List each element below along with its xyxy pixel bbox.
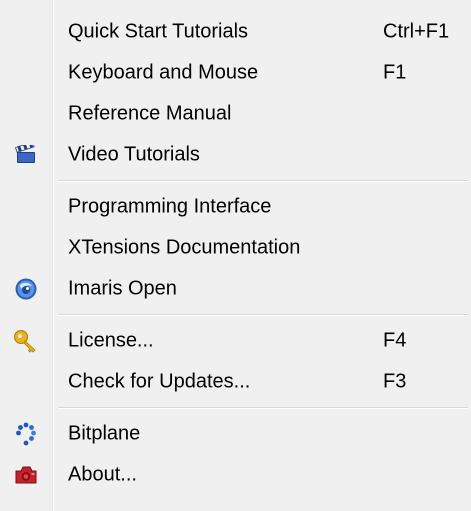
- menu-item-label: Check for Updates...: [68, 370, 251, 392]
- menu-item-label: Bitplane: [68, 422, 141, 444]
- menu-separator: [0, 402, 471, 413]
- menu-item-video-tutorials[interactable]: Video Tutorials: [0, 134, 471, 175]
- menu-item-check-for-updates[interactable]: Check for Updates... F3: [0, 361, 471, 402]
- menu-item-imaris-open[interactable]: Imaris Open: [0, 268, 471, 309]
- menu-item-label: License...: [68, 329, 154, 351]
- menu-item-license[interactable]: License... F4: [0, 320, 471, 361]
- menu-item-label: Keyboard and Mouse: [68, 61, 259, 83]
- menu-item-label: Programming Interface: [68, 195, 272, 217]
- menu-separator: [0, 175, 471, 186]
- menu-item-shortcut: F1: [383, 61, 407, 83]
- menu-item-xtensions-documentation[interactable]: XTensions Documentation: [0, 227, 471, 268]
- menu-item-label: Quick Start Tutorials: [68, 20, 249, 42]
- menu-item-shortcut: F4: [383, 329, 407, 351]
- menu-item-shortcut: F3: [383, 370, 407, 392]
- imaris-open-icon: [0, 268, 52, 309]
- help-menu: Quick Start Tutorials Ctrl+F1 Keyboard a…: [0, 0, 471, 511]
- menu-group-programming: Programming Interface XTensions Document…: [0, 186, 471, 309]
- menu-group-license: License... F4 Check for Updates... F3: [0, 320, 471, 402]
- menu-item-label: Video Tutorials: [68, 143, 200, 165]
- bitplane-dots-icon: [0, 413, 52, 454]
- menu-item-quick-start-tutorials[interactable]: Quick Start Tutorials Ctrl+F1: [0, 11, 471, 52]
- menu-item-programming-interface[interactable]: Programming Interface: [0, 186, 471, 227]
- menu-item-label: About...: [68, 463, 137, 485]
- menu-item-shortcut: Ctrl+F1: [383, 20, 450, 42]
- menu-item-label: Imaris Open: [68, 277, 177, 299]
- menu-group-about: Bitplane About...: [0, 413, 471, 495]
- menu-item-label: XTensions Documentation: [68, 236, 301, 258]
- key-icon: [0, 320, 52, 361]
- clapperboard-icon: [0, 134, 52, 175]
- menu-item-keyboard-and-mouse[interactable]: Keyboard and Mouse F1: [0, 52, 471, 93]
- menu-item-bitplane[interactable]: Bitplane: [0, 413, 471, 454]
- menu-group-tutorials: Quick Start Tutorials Ctrl+F1 Keyboard a…: [0, 0, 471, 175]
- menu-separator: [0, 309, 471, 320]
- menu-item-reference-manual[interactable]: Reference Manual: [0, 93, 471, 134]
- camera-icon: [0, 454, 52, 495]
- menu-item-about[interactable]: About...: [0, 454, 471, 495]
- menu-item-label: Reference Manual: [68, 102, 232, 124]
